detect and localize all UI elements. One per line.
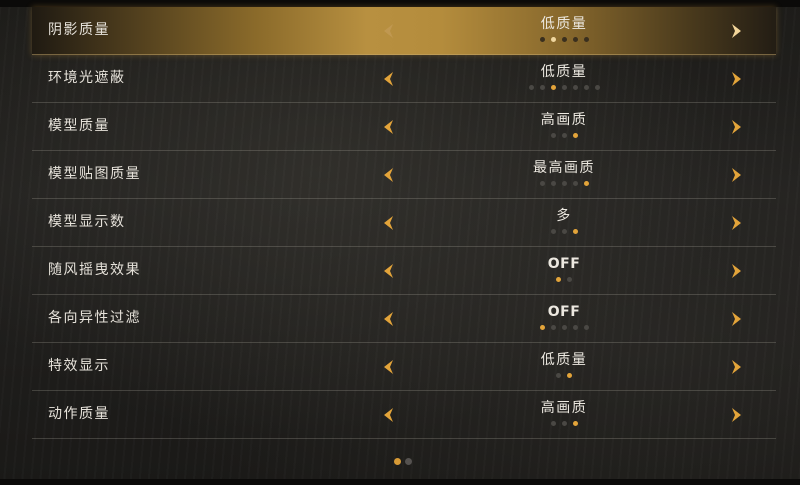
level-dot [539, 37, 545, 42]
setting-value: OFF [547, 256, 581, 272]
level-dot [567, 277, 572, 282]
level-dot [583, 325, 589, 330]
page-dot[interactable] [405, 458, 412, 465]
level-dot-active [572, 133, 578, 138]
chevron-left-icon[interactable] [380, 118, 396, 136]
setting-label: 动作质量 [48, 406, 110, 422]
level-dot [572, 85, 578, 90]
level-dot [572, 181, 578, 186]
setting-label: 模型显示数 [48, 214, 126, 230]
chevron-right-icon[interactable] [729, 214, 745, 232]
chevron-right-icon[interactable] [729, 22, 745, 40]
chevron-left-icon[interactable] [380, 166, 396, 184]
bottom-frame [0, 479, 800, 485]
level-indicator [464, 421, 664, 427]
setting-row[interactable]: 模型贴图质量 最高画质 [32, 151, 776, 199]
setting-row[interactable]: 环境光遮蔽 低质量 [32, 55, 776, 103]
level-dot [550, 181, 556, 186]
level-indicator [464, 325, 664, 331]
level-dot [561, 421, 567, 426]
level-indicator [464, 373, 664, 379]
level-dot-active [539, 325, 545, 330]
setting-value: 低质量 [540, 352, 588, 368]
level-indicator [464, 229, 664, 235]
level-indicator [464, 133, 664, 139]
chevron-left-icon[interactable] [380, 406, 396, 424]
level-dot [550, 421, 556, 426]
level-dot [561, 37, 567, 42]
level-dot [561, 85, 567, 90]
level-dot [556, 373, 561, 378]
chevron-right-icon[interactable] [729, 70, 745, 88]
level-indicator [464, 181, 664, 187]
level-indicator [464, 37, 664, 43]
level-dot-active [550, 37, 556, 42]
setting-value: 高画质 [540, 112, 588, 128]
page-indicator [394, 458, 412, 465]
setting-row[interactable]: 各向异性过滤 OFF [32, 295, 776, 343]
level-indicator [464, 277, 664, 283]
level-dot [561, 325, 567, 330]
chevron-left-icon[interactable] [380, 22, 396, 40]
chevron-left-icon[interactable] [380, 310, 396, 328]
setting-value: 最高画质 [533, 160, 595, 176]
level-dot [539, 85, 545, 90]
setting-value: OFF [547, 304, 581, 320]
chevron-left-icon[interactable] [380, 70, 396, 88]
chevron-right-icon[interactable] [729, 310, 745, 328]
settings-list: 阴影质量 低质量 环境光遮蔽 低质量 模型质量 高画质 模型贴图质量 最高画质 模型显示数多随风… [32, 7, 776, 439]
setting-label: 环境光遮蔽 [48, 70, 126, 86]
level-dot-active [556, 277, 561, 282]
level-dot [561, 133, 567, 138]
setting-row[interactable]: 随风摇曳效果 OFF [32, 247, 776, 295]
level-indicator [464, 85, 664, 91]
level-dot [583, 37, 589, 42]
setting-row[interactable]: 特效显示 低质量 [32, 343, 776, 391]
level-dot [550, 133, 556, 138]
setting-label: 模型贴图质量 [48, 166, 141, 182]
chevron-right-icon[interactable] [729, 262, 745, 280]
level-dot [550, 325, 556, 330]
chevron-left-icon[interactable] [380, 214, 396, 232]
chevron-right-icon[interactable] [729, 406, 745, 424]
setting-value: 高画质 [540, 400, 588, 416]
level-dot [583, 85, 589, 90]
setting-label: 各向异性过滤 [48, 310, 141, 326]
level-dot [528, 85, 534, 90]
page-dot-active[interactable] [394, 458, 401, 465]
chevron-left-icon[interactable] [380, 262, 396, 280]
setting-label: 特效显示 [48, 358, 110, 374]
level-dot-active [572, 229, 578, 234]
chevron-right-icon[interactable] [729, 118, 745, 136]
level-dot [550, 229, 556, 234]
setting-row[interactable]: 阴影质量 低质量 [32, 7, 776, 55]
setting-row[interactable]: 动作质量 高画质 [32, 391, 776, 439]
top-frame [0, 0, 800, 7]
setting-value: 多 [556, 208, 572, 224]
chevron-right-icon[interactable] [729, 166, 745, 184]
level-dot-active [572, 421, 578, 426]
level-dot-active [550, 85, 556, 90]
level-dot [572, 325, 578, 330]
level-dot [594, 85, 600, 90]
setting-row[interactable]: 模型显示数 多 [32, 199, 776, 247]
setting-row[interactable]: 模型质量 高画质 [32, 103, 776, 151]
level-dot [561, 181, 567, 186]
chevron-left-icon[interactable] [380, 358, 396, 376]
setting-value: 低质量 [540, 16, 588, 32]
level-dot-active [583, 181, 589, 186]
level-dot [539, 181, 545, 186]
level-dot [572, 37, 578, 42]
level-dot-active [567, 373, 572, 378]
setting-label: 模型质量 [48, 118, 110, 134]
setting-value: 低质量 [540, 64, 588, 80]
chevron-right-icon[interactable] [729, 358, 745, 376]
setting-label: 随风摇曳效果 [48, 262, 141, 278]
level-dot [561, 229, 567, 234]
setting-label: 阴影质量 [48, 22, 110, 38]
